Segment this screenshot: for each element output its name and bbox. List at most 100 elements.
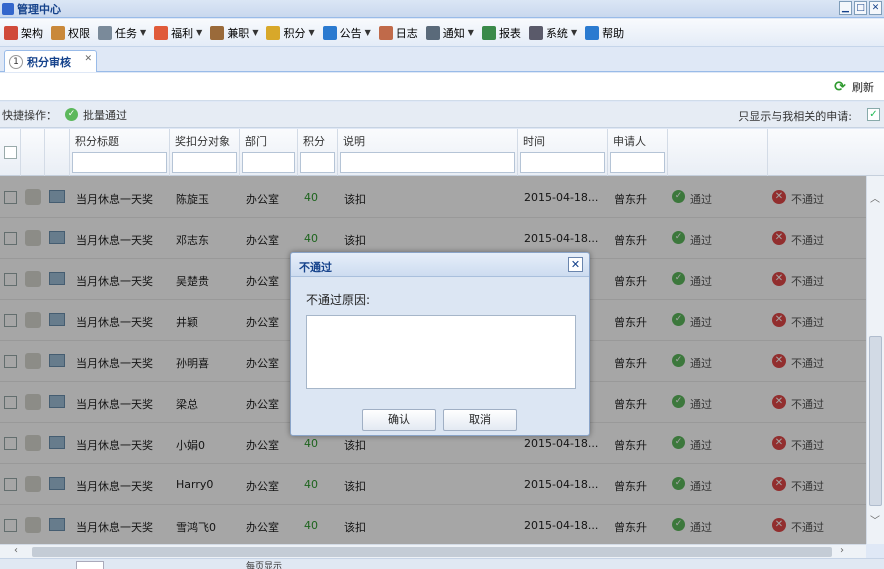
header-time[interactable]: 时间	[518, 129, 608, 176]
chevron-down-icon: ▼	[308, 28, 315, 37]
grid-header: 积分标题 奖扣分对象 部门 积分 说明 时间 申请人	[0, 129, 884, 176]
header-icon-col-2	[45, 129, 70, 176]
header-points[interactable]: 积分	[298, 129, 338, 176]
reject-reason-label: 不通过原因:	[306, 293, 371, 307]
menu-item-2[interactable]: 任务 ▼	[96, 22, 152, 44]
dialog-title: 不通过	[299, 261, 332, 274]
clipboard-icon	[98, 25, 112, 40]
filter-time-input[interactable]	[520, 152, 605, 173]
horizontal-scrollbar[interactable]: ‹ ›	[0, 544, 866, 558]
page-toolbar: ⟳ 刷新	[0, 73, 884, 101]
reject-reason-input[interactable]	[306, 315, 576, 389]
horizontal-scroll-thumb[interactable]	[32, 547, 832, 557]
menu-item-1[interactable]: 权限	[49, 22, 96, 44]
window-titlebar: 管理中心 ▁ □ ✕	[0, 0, 884, 18]
menu-item-8[interactable]: 通知 ▼	[424, 22, 480, 44]
tab-label: 积分审核	[27, 55, 71, 69]
filter-applicant-input[interactable]	[610, 152, 665, 173]
page-size-label: 每页显示	[246, 562, 283, 569]
filter-dept-input[interactable]	[242, 152, 295, 173]
users-icon	[51, 25, 65, 40]
header-note[interactable]: 说明	[338, 129, 518, 176]
header-note-label: 说明	[343, 135, 365, 148]
close-button[interactable]: ✕	[869, 1, 882, 15]
header-title[interactable]: 积分标题	[70, 129, 170, 176]
only-mine-label: 只显示与我相关的申请:	[738, 110, 852, 123]
menu-item-label: 权限	[68, 26, 90, 40]
menu-item-7[interactable]: 日志	[377, 22, 424, 44]
menu-item-label: 日志	[395, 26, 418, 40]
menu-item-3[interactable]: 福利 ▼	[152, 22, 208, 44]
menu-item-label: 公告	[339, 26, 362, 40]
menu-item-label: 架构	[21, 26, 43, 40]
pager-bar: 每页显示	[0, 558, 884, 569]
header-target[interactable]: 奖扣分对象	[170, 129, 240, 176]
filter-title-input[interactable]	[72, 152, 167, 173]
scroll-down-icon[interactable]: ﹀	[870, 512, 880, 527]
menu-item-label: 帮助	[602, 26, 625, 40]
menu-item-10[interactable]: 系统 ▼	[527, 22, 583, 44]
tab-close-icon[interactable]: ✕	[84, 54, 92, 64]
scroll-up-icon[interactable]: ︿	[870, 190, 880, 205]
scroll-left-icon[interactable]: ‹	[14, 545, 18, 556]
filter-note-input[interactable]	[340, 152, 515, 173]
menu-item-label: 系统	[545, 26, 568, 40]
menu-item-9[interactable]: 报表	[480, 22, 527, 44]
header-target-label: 奖扣分对象	[175, 135, 230, 148]
batch-approve-button[interactable]: ✓ 批量通过	[65, 107, 127, 123]
check-circle-icon: ✓	[65, 108, 78, 121]
tab-points-review[interactable]: 1 积分审核 ✕	[4, 50, 97, 72]
bar-report-icon	[481, 25, 496, 40]
quick-actions-bar: 快捷操作： ✓ 批量通过 只显示与我相关的申请: ✓	[0, 102, 884, 128]
chevron-down-icon: ▼	[467, 28, 474, 37]
maximize-button[interactable]: □	[854, 1, 867, 15]
header-icon-col-1	[21, 129, 45, 176]
header-pass-col	[668, 129, 768, 176]
select-all-checkbox[interactable]	[4, 146, 17, 159]
minimize-button[interactable]: ▁	[839, 1, 852, 15]
header-time-label: 时间	[523, 135, 545, 148]
filter-points-input[interactable]	[300, 152, 335, 173]
menu-item-label: 福利	[171, 26, 194, 40]
menu-item-4[interactable]: 兼职 ▼	[208, 22, 264, 44]
dialog-close-icon[interactable]: ✕	[568, 257, 583, 272]
menu-item-label: 兼职	[227, 26, 250, 40]
filter-target-input[interactable]	[172, 152, 237, 173]
header-fail-col	[768, 129, 884, 176]
vertical-scrollbar[interactable]: ︿ ﹀	[866, 176, 884, 544]
menu-item-label: 任务	[115, 26, 137, 40]
speaker-icon	[425, 25, 440, 40]
chevron-down-icon: ▼	[140, 28, 147, 37]
header-dept-label: 部门	[245, 135, 267, 148]
menu-item-5[interactable]: 积分 ▼	[264, 22, 320, 44]
window-title: 管理中心	[17, 2, 61, 16]
header-select-all	[0, 129, 21, 176]
dialog-header: 不通过 ✕	[291, 253, 589, 277]
vertical-scroll-thumb[interactable]	[869, 336, 882, 506]
refresh-button[interactable]: ⟳ 刷新	[832, 79, 874, 95]
org-chart-icon	[4, 25, 18, 40]
window-controls: ▁ □ ✕	[839, 1, 882, 15]
cancel-button[interactable]: 取消	[443, 409, 517, 431]
only-mine-checkbox[interactable]: ✓	[867, 108, 880, 121]
coins-icon	[266, 25, 281, 40]
header-applicant-label: 申请人	[613, 135, 646, 148]
header-applicant[interactable]: 申请人	[608, 129, 668, 176]
tab-number: 1	[9, 54, 23, 69]
menu-item-6[interactable]: 公告 ▼	[321, 22, 377, 44]
menu-item-11[interactable]: 帮助	[583, 22, 630, 44]
header-dept[interactable]: 部门	[240, 129, 298, 176]
batch-approve-label: 批量通过	[83, 108, 127, 122]
refresh-label: 刷新	[852, 81, 874, 94]
confirm-button[interactable]: 确认	[362, 409, 436, 431]
scroll-right-icon[interactable]: ›	[840, 545, 844, 556]
info-icon	[322, 25, 337, 40]
system-icon	[528, 25, 543, 40]
menu-item-label: 积分	[283, 26, 306, 40]
menu-item-0[interactable]: 架构	[2, 22, 49, 44]
app-icon	[2, 2, 14, 15]
chevron-down-icon: ▼	[570, 28, 578, 37]
page-number-input[interactable]	[76, 561, 104, 569]
notebook-icon	[378, 25, 393, 40]
chevron-down-icon: ▼	[364, 28, 371, 37]
